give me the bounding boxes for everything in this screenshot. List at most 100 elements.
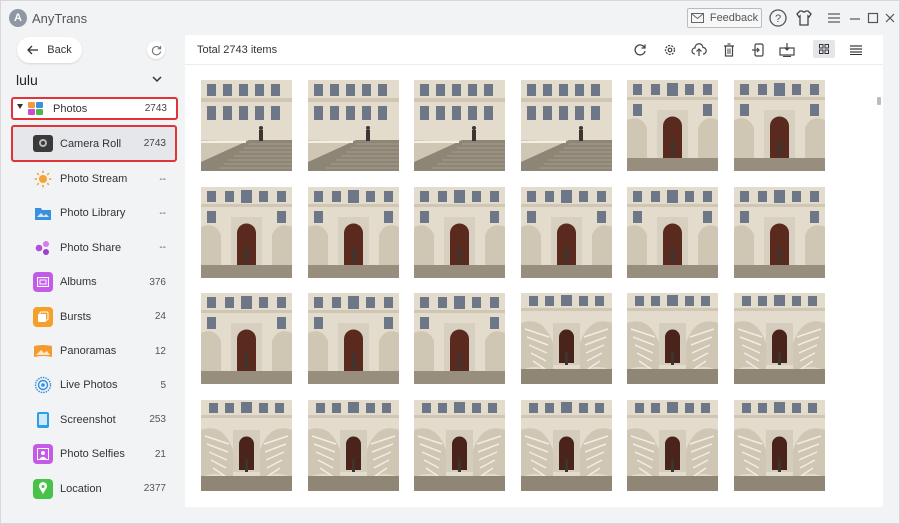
sidebar-item-albums-count: 376	[149, 276, 166, 288]
menu-icon[interactable]	[825, 9, 843, 27]
sidebar-item-bursts-label: Bursts	[60, 310, 92, 323]
photo-panel: Total 2743 items	[185, 35, 883, 507]
sidebar-item-camera-roll-count: 2743	[143, 138, 166, 149]
photo-thumbnail[interactable]	[733, 293, 825, 384]
sidebar-item-albums[interactable]: Albums 376	[11, 265, 177, 299]
photo-thumbnail[interactable]	[201, 399, 292, 491]
photo-thumbnail[interactable]	[627, 399, 718, 491]
photo-thumbnail[interactable]	[201, 80, 292, 171]
close-icon[interactable]	[881, 9, 899, 27]
photo-thumbnail[interactable]	[201, 186, 292, 278]
grid-view-button[interactable]	[813, 40, 835, 58]
sidebar-item-location[interactable]: Location 2377	[11, 472, 177, 506]
photo-thumbnail[interactable]	[627, 80, 718, 171]
sidebar-item-photo-selfies[interactable]: Photo Selfies 21	[11, 437, 177, 471]
sidebar-item-camera-roll[interactable]: Camera Roll 2743	[11, 125, 177, 162]
svg-text:?: ?	[775, 13, 781, 25]
sidebar-item-location-label: Location	[60, 482, 102, 495]
total-items-label: Total 2743 items	[197, 44, 278, 56]
bursts-icon	[33, 306, 53, 327]
settings-icon[interactable]	[661, 41, 679, 59]
sidebar-item-screenshot-count: 253	[149, 414, 166, 426]
upload-icon[interactable]	[690, 41, 708, 59]
back-label: Back	[47, 44, 72, 56]
photo-grid	[201, 80, 841, 500]
chevron-down-icon[interactable]	[152, 74, 162, 86]
live-photos-icon	[33, 375, 53, 395]
arrow-left-icon	[27, 45, 39, 55]
albums-icon	[33, 272, 53, 293]
anytrans-logo-icon: A	[9, 9, 27, 27]
photo-thumbnail[interactable]	[733, 399, 825, 491]
photo-thumbnail[interactable]	[627, 293, 718, 384]
feedback-button[interactable]: Feedback	[687, 8, 762, 28]
photo-thumbnail[interactable]	[307, 399, 399, 491]
feedback-label: Feedback	[709, 12, 759, 24]
sidebar-item-photo-share[interactable]: Photo Share --	[11, 231, 177, 265]
sidebar-item-photo-stream[interactable]: Photo Stream --	[11, 162, 177, 196]
location-icon	[33, 478, 53, 499]
download-to-computer-icon[interactable]	[778, 41, 796, 59]
photo-thumbnail[interactable]	[520, 399, 612, 491]
photo-share-icon	[33, 238, 53, 258]
photo-thumbnail[interactable]	[307, 293, 399, 384]
sidebar-item-bursts[interactable]: Bursts 24	[11, 300, 177, 334]
photo-thumbnail[interactable]	[414, 186, 505, 278]
sidebar-item-panoramas-label: Panoramas	[60, 345, 117, 357]
photo-thumbnail[interactable]	[627, 186, 718, 278]
sidebar-item-live-photos-label: Live Photos	[60, 379, 118, 392]
expand-arrow-icon[interactable]	[17, 104, 23, 109]
sidebar-item-screenshot-label: Screenshot	[60, 413, 116, 426]
photo-thumbnail[interactable]	[733, 186, 825, 278]
device-name[interactable]: lulu	[16, 72, 38, 88]
back-button[interactable]: Back	[17, 37, 82, 63]
title-bar: A AnyTrans Feedback ?	[1, 1, 899, 35]
sidebar-item-bursts-count: 24	[154, 311, 166, 323]
sidebar-item-photos-count: 2743	[144, 103, 167, 114]
sidebar-item-photo-selfies-label: Photo Selfies	[60, 448, 125, 461]
device-refresh-button[interactable]	[147, 41, 165, 59]
sidebar-item-screenshot[interactable]: Screenshot 253	[11, 403, 177, 437]
photo-thumbnail[interactable]	[520, 80, 612, 171]
sidebar-item-photo-share-count: --	[159, 242, 166, 254]
photo-thumbnail[interactable]	[307, 80, 399, 171]
sidebar-item-photo-library[interactable]: Photo Library --	[11, 196, 177, 230]
photo-thumbnail[interactable]	[520, 293, 612, 384]
sidebar-item-photos-label: Photos	[53, 103, 88, 115]
grid-view-icon	[819, 44, 829, 54]
photo-library-icon	[33, 203, 53, 223]
selfies-icon	[33, 444, 53, 465]
photos-category-icon	[28, 102, 43, 115]
photo-thumbnail[interactable]	[733, 80, 825, 171]
sidebar-item-panoramas[interactable]: Panoramas 12	[11, 334, 177, 368]
sidebar-item-photo-library-count: --	[159, 207, 166, 219]
sidebar-item-photo-stream-label: Photo Stream	[60, 173, 128, 185]
list-view-icon[interactable]	[847, 41, 865, 59]
photo-thumbnail[interactable]	[201, 293, 292, 384]
scrollbar-thumb[interactable]	[877, 97, 881, 105]
photo-thumbnail[interactable]	[307, 186, 399, 278]
app-window: A AnyTrans Feedback ? Back lulu Photos 2…	[0, 0, 900, 524]
photo-stream-icon	[33, 169, 53, 189]
refresh-icon	[151, 45, 161, 55]
sidebar-item-photo-share-label: Photo Share	[60, 241, 122, 254]
shirt-icon[interactable]	[795, 9, 813, 27]
sidebar-item-photo-library-label: Photo Library	[60, 207, 126, 220]
photo-thumbnail[interactable]	[414, 293, 505, 384]
photo-thumbnail[interactable]	[414, 399, 505, 491]
photo-thumbnail[interactable]	[414, 80, 505, 171]
sidebar-item-live-photos[interactable]: Live Photos 5	[11, 368, 177, 402]
camera-icon	[33, 135, 53, 152]
export-to-device-icon[interactable]	[749, 41, 767, 59]
sidebar-item-photos[interactable]: Photos 2743	[11, 97, 178, 120]
maximize-icon[interactable]	[864, 9, 882, 27]
sidebar-item-albums-label: Albums	[60, 276, 97, 289]
minimize-icon[interactable]	[846, 9, 864, 27]
app-title: AnyTrans	[32, 11, 88, 26]
refresh-icon[interactable]	[631, 41, 649, 59]
help-icon[interactable]: ?	[769, 9, 787, 27]
photo-thumbnail[interactable]	[520, 186, 612, 278]
delete-icon[interactable]	[720, 41, 738, 59]
sidebar-item-live-photos-count: 5	[160, 379, 166, 391]
screenshot-icon	[33, 410, 53, 430]
